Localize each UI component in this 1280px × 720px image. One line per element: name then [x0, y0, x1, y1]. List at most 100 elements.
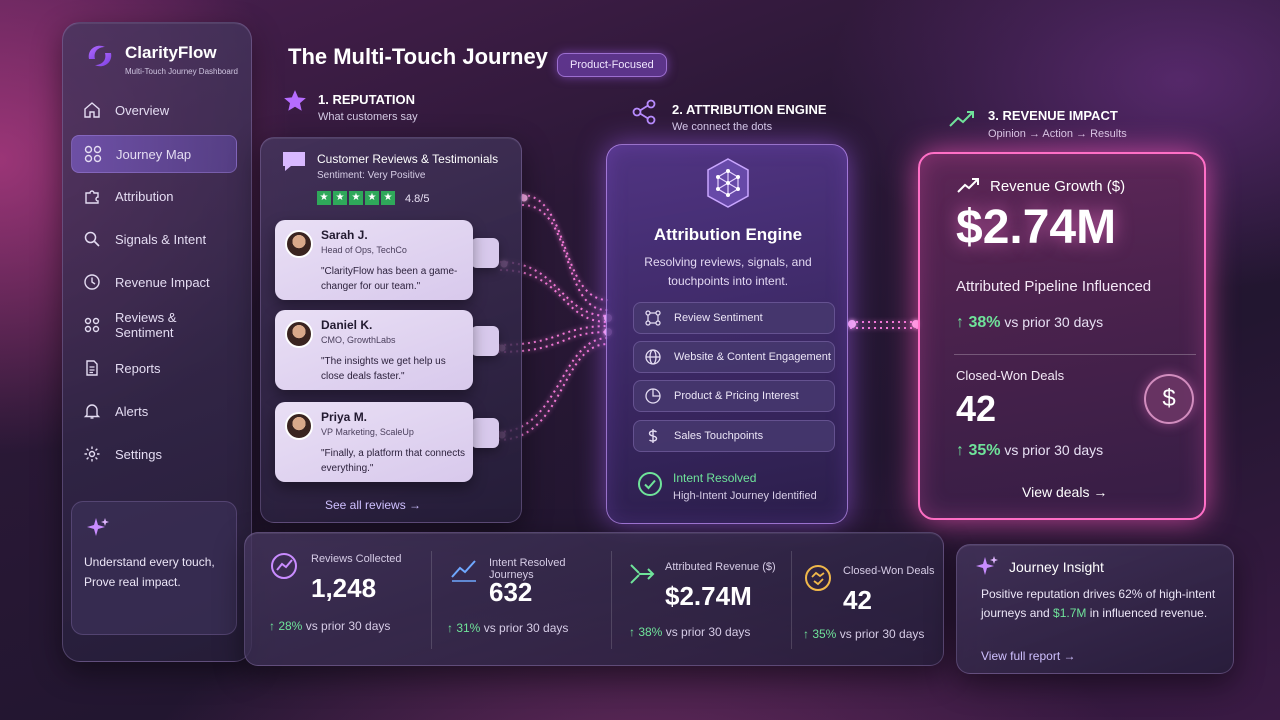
- stat-delta-text: vs prior 30 days: [483, 621, 569, 635]
- review-quote: "The insights we get help us close deals…: [321, 356, 446, 382]
- star-icon: ★: [381, 191, 395, 205]
- search-icon: [84, 231, 100, 247]
- review-quote: "ClarityFlow has been a game-changer for…: [321, 266, 458, 292]
- tagline-card: Understand every touch, Prove real impac…: [71, 501, 237, 635]
- review-card[interactable]: Sarah J. Head of Ops, TechCo "ClarityFlo…: [275, 220, 473, 300]
- closed-won-label: Closed-Won Deals: [956, 368, 1065, 383]
- reviews-chart-icon: [271, 553, 297, 579]
- reputation-heading: 1. REPUTATION: [318, 92, 416, 107]
- sidebar-item-label: Reports: [115, 360, 161, 376]
- signal-label: Review Sentiment: [674, 312, 763, 324]
- signal-product-pricing[interactable]: Product & Pricing Interest: [633, 380, 835, 412]
- journey-insight-card: Journey Insight Positive reputation driv…: [956, 544, 1234, 674]
- clock-icon: [84, 274, 100, 290]
- attribution-engine-panel: Attribution Engine Resolving reviews, si…: [606, 144, 848, 524]
- stat-delta-value: ↑ 38%: [629, 625, 663, 639]
- stat-delta: ↑ 28% vs prior 30 days: [269, 619, 390, 633]
- engine-subtitle: Resolving reviews, signals, and touchpoi…: [644, 255, 812, 288]
- intent-status: Intent Resolved: [673, 471, 757, 485]
- nodes-icon: [645, 310, 661, 326]
- star-icon: ★: [317, 191, 331, 205]
- signal-review-sentiment[interactable]: Review Sentiment: [633, 302, 835, 334]
- avatar: [285, 320, 313, 348]
- trending-up-icon: [957, 178, 979, 193]
- revenue-value: $2.74M: [956, 201, 1117, 254]
- review-quote: "Finally, a platform that connects every…: [321, 448, 465, 474]
- sidebar-item-overview[interactable]: Overview: [71, 91, 237, 129]
- stat-delta-text: vs prior 30 days: [305, 619, 391, 633]
- revenue-growth-title: Revenue Growth ($): [990, 178, 1126, 195]
- sidebar: ClarityFlow Multi-Touch Journey Dashboar…: [62, 22, 252, 662]
- revenue-subheading: Opinion → Action → Results: [988, 128, 1127, 140]
- stat-delta: ↑ 38% vs prior 30 days: [629, 625, 750, 639]
- globe-icon: [645, 349, 661, 365]
- closed-won-value: 42: [956, 388, 997, 429]
- stat-value: $2.74M: [665, 581, 752, 611]
- attribution-heading: 2. ATTRIBUTION ENGINE: [672, 102, 827, 117]
- review-card[interactable]: Daniel K. CMO, GrowthLabs "The insights …: [275, 310, 473, 390]
- signal-label: Product & Pricing Interest: [674, 390, 799, 402]
- stat-value: 42: [843, 585, 872, 615]
- stat-delta-text: vs prior 30 days: [665, 625, 751, 639]
- revenue-heading: 3. REVENUE IMPACT: [988, 108, 1118, 123]
- stat-delta-value: ↑ 31%: [447, 621, 481, 635]
- stat-delta: ↑ 31% vs prior 30 days: [447, 621, 568, 635]
- sparkle-icon: [87, 518, 109, 536]
- sidebar-item-attribution[interactable]: Attribution: [71, 177, 237, 215]
- stat-delta-text: vs prior 30 days: [839, 627, 925, 641]
- network-hexagon-icon: [707, 158, 749, 208]
- sidebar-item-label: Attribution: [115, 188, 174, 204]
- sidebar-item-journey-map[interactable]: Journey Map: [71, 135, 237, 173]
- bell-icon: [83, 404, 101, 419]
- page-title: The Multi-Touch Journey: [288, 44, 548, 69]
- reviews-panel: Customer Reviews & Testimonials Sentimen…: [260, 137, 522, 523]
- revenue-delta-text: vs prior 30 days: [1004, 314, 1104, 330]
- reviewer-role: CMO, GrowthLabs: [321, 335, 396, 345]
- insight-amount: $1.7M: [1053, 606, 1087, 620]
- view-deals-link[interactable]: View deals →: [1022, 484, 1107, 500]
- review-card[interactable]: Priya M. VP Marketing, ScaleUp "Finally,…: [275, 402, 473, 482]
- see-all-reviews-link[interactable]: See all reviews →: [325, 498, 421, 512]
- sidebar-item-label: Revenue Impact: [115, 274, 210, 290]
- reviewer-role: VP Marketing, ScaleUp: [321, 427, 414, 437]
- review-card-tab: [471, 326, 499, 356]
- focus-badge[interactable]: Product-Focused: [557, 53, 667, 77]
- stat-closed-won: Closed-Won Deals 42 ↑ 35% vs prior 30 da…: [797, 533, 973, 667]
- stat-label: Reviews Collected: [311, 553, 402, 565]
- handshake-icon: [805, 565, 831, 591]
- star-icon: [284, 90, 306, 111]
- view-full-report-link[interactable]: View full report →: [981, 649, 1075, 663]
- brand-name: ClarityFlow: [125, 43, 217, 62]
- signal-website-engagement[interactable]: Website & Content Engagement: [633, 341, 835, 373]
- chat-bubble-icon: [283, 152, 305, 171]
- sidebar-item-reports[interactable]: Reports: [71, 349, 237, 387]
- brand-subtitle: Multi-Touch Journey Dashboard: [125, 67, 238, 76]
- sidebar-item-reviews-sentiment[interactable]: Reviews & Sentiment: [71, 306, 237, 344]
- revenue-delta-value: ↑ 38%: [956, 314, 1001, 331]
- insight-percent: 62%: [1118, 587, 1143, 601]
- sidebar-item-settings[interactable]: Settings: [71, 435, 237, 473]
- dollar-icon: $: [1144, 374, 1194, 424]
- gear-icon: [84, 446, 100, 462]
- sidebar-item-signals-intent[interactable]: Signals & Intent: [71, 220, 237, 258]
- divider: [611, 551, 612, 649]
- stat-value: 632: [489, 577, 533, 607]
- trend-icon: [451, 560, 476, 582]
- sidebar-item-label: Reviews & Sentiment: [115, 310, 177, 340]
- signal-label: Website & Content Engagement: [674, 351, 831, 363]
- document-icon: [86, 360, 98, 376]
- stat-delta-value: ↑ 28%: [269, 619, 303, 633]
- star-rating: ★ ★ ★ ★ ★: [317, 191, 395, 205]
- reputation-subheading: What customers say: [318, 111, 418, 123]
- sparkle-icon: [976, 556, 998, 575]
- sentiment-label: Sentiment: Very Positive: [317, 170, 426, 181]
- sidebar-item-revenue-impact[interactable]: Revenue Impact: [71, 263, 237, 301]
- review-card-tab: [471, 418, 499, 448]
- signal-sales-touchpoints[interactable]: Sales Touchpoints: [633, 420, 835, 452]
- grid-icon: [84, 145, 102, 163]
- pie-icon: [645, 388, 661, 404]
- star-icon: ★: [349, 191, 363, 205]
- sidebar-item-alerts[interactable]: Alerts: [71, 392, 237, 430]
- trending-up-icon: [949, 111, 974, 127]
- revenue-label: Attributed Pipeline Influenced: [956, 278, 1152, 295]
